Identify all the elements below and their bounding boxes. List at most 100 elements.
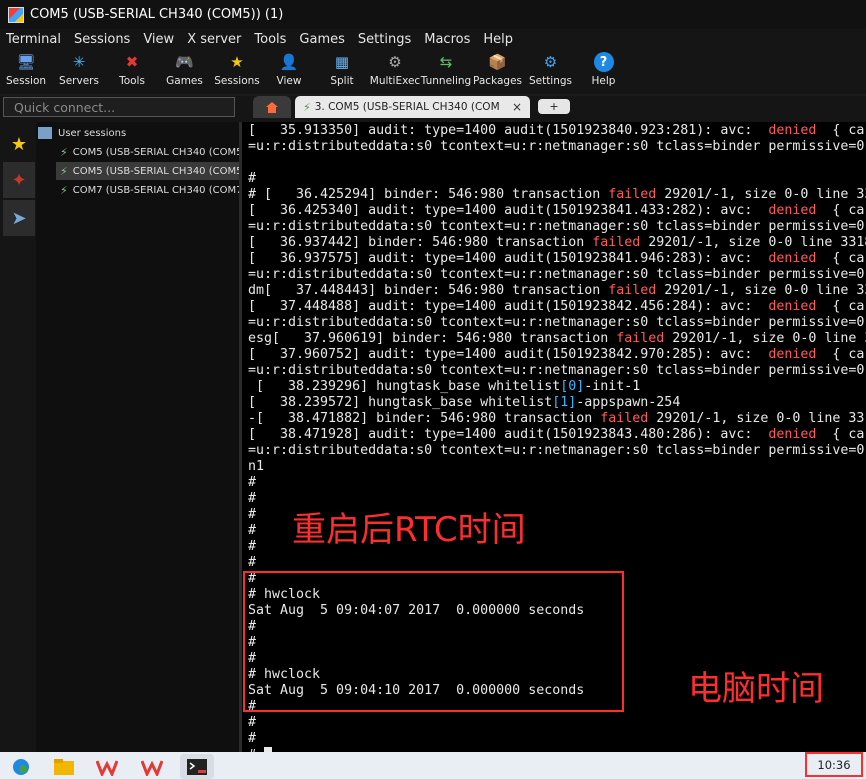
terminal-text: # <box>248 715 257 730</box>
terminal-text: =u:r:distributeddata:s0 tcontext=u:r:net… <box>248 315 865 330</box>
tools-icon[interactable]: ✦ <box>3 162 35 198</box>
menu-sessions[interactable]: Sessions <box>68 32 137 47</box>
toolbar-games-button[interactable]: 🎮 Games <box>158 49 211 94</box>
toolbar-label: Split <box>330 75 354 87</box>
taskbar-clock[interactable]: 10:36 <box>805 752 863 777</box>
terminal-line: =u:r:distributeddata:s0 tcontext=u:r:net… <box>248 219 864 235</box>
toolbar-servers-button[interactable]: ✳ Servers <box>52 49 106 94</box>
star-icon: ★ <box>230 53 244 71</box>
tab-close-icon[interactable]: × <box>512 100 522 114</box>
toolbar-settings-button[interactable]: ⚙ Settings <box>524 49 577 94</box>
terminal-text: [ 35.913350] audit: type=1400 audit(1501… <box>248 123 769 138</box>
terminal-text: -[ 38.471882] binder: 546:980 transactio… <box>248 411 601 426</box>
menu-tools[interactable]: Tools <box>248 32 293 47</box>
servers-icon: ✳ <box>72 53 86 71</box>
star-icon[interactable]: ★ <box>3 126 35 162</box>
terminal-text: # [ 36.425294] binder: 546:980 transacti… <box>248 187 609 202</box>
toolbar-label: Help <box>591 75 616 87</box>
terminal-line: # <box>248 475 256 491</box>
terminal-text: dm[ 37.448443] binder: 546:980 transacti… <box>248 283 609 298</box>
toolbar-tunneling-button[interactable]: ⇆ Tunneling <box>421 49 471 94</box>
terminal-text: esg[ 37.960619] binder: 546:980 transact… <box>248 331 617 346</box>
mobaxterm-logo-icon <box>8 6 24 23</box>
session-label: COM5 (USB-SERIAL CH340 (COM5 <box>72 165 239 177</box>
terminal-text: { ca <box>816 427 865 442</box>
tab-label: 3. COM5 (USB-SERIAL CH340 (COM <box>314 101 500 113</box>
menu-x-server[interactable]: X server <box>181 32 248 47</box>
toolbar-session-button[interactable]: 🖥 Session <box>0 49 52 94</box>
terminal-text: { ca <box>816 123 865 138</box>
terminal-text: # <box>248 491 257 506</box>
terminal-text: =u:r:distributeddata:s0 tcontext=u:r:net… <box>248 267 865 282</box>
wps-icon-2[interactable] <box>137 754 167 779</box>
terminal-text: # <box>248 539 257 554</box>
window-title: COM5 (USB-SERIAL CH340 (COM5)) (1) <box>30 7 284 22</box>
toolbar-tools-button[interactable]: ✖ Tools <box>106 49 158 94</box>
terminal-line: [ 38.239572] hungtask_base whitelist[1]-… <box>248 395 680 411</box>
menu-view[interactable]: View <box>137 32 181 47</box>
serial-plug-icon: ⚡ <box>60 164 68 178</box>
toolbar-split-button[interactable]: ▦ Split <box>315 49 369 94</box>
terminal-text: { ca <box>816 203 865 218</box>
terminal-text: -appspawn-254 <box>576 395 681 410</box>
user-sessions-icon <box>38 127 52 139</box>
menu-help[interactable]: Help <box>477 32 520 47</box>
terminal-text: =u:r:distributeddata:s0 tcontext=u:r:net… <box>248 363 865 378</box>
session-icon: 🖥 <box>16 53 36 71</box>
terminal-highlight: denied <box>768 203 817 218</box>
quick-connect-row: Quick connect... ⚡ 3. COM5 (USB-SERIAL C… <box>0 96 866 122</box>
annotation-pc-time: 电脑时间 <box>688 669 824 709</box>
tab-com5[interactable]: ⚡ 3. COM5 (USB-SERIAL CH340 (COM × <box>295 96 530 118</box>
terminal-text: [ 38.239572] hungtask_base whitelist <box>248 395 553 410</box>
session-item[interactable]: ⚡ COM5 (USB-SERIAL CH340 (COM5 <box>56 143 239 161</box>
terminal-line: # <box>248 171 256 187</box>
terminal-line: [ 38.471928] audit: type=1400 audit(1501… <box>248 427 864 443</box>
annotation-rtc-after-reboot: 重启后RTC时间 <box>292 510 526 550</box>
terminal-text: 29201/-1, size 0-0 line 3318 <box>640 235 866 250</box>
terminal-app-icon[interactable] <box>180 754 214 779</box>
session-label: COM7 (USB-SERIAL CH340 (COM7 <box>72 184 239 196</box>
menu-macros[interactable]: Macros <box>418 32 477 47</box>
terminal-text: # <box>248 731 257 746</box>
menu-settings[interactable]: Settings <box>352 32 418 47</box>
toolbar-help-button[interactable]: ? Help <box>577 49 630 94</box>
terminal-line: esg[ 37.960619] binder: 546:980 transact… <box>248 331 866 347</box>
terminal-highlight: failed <box>608 187 657 202</box>
terminal-line: # <box>248 507 256 523</box>
terminal-highlight: denied <box>768 347 817 362</box>
menu-bar: Terminal Sessions View X server Tools Games Se… <box>0 29 866 49</box>
left-strip: ★ ✦ ➤ <box>0 122 36 752</box>
terminal-text: =u:r:distributeddata:s0 tcontext=u:r:net… <box>248 443 865 458</box>
user-sessions-root[interactable]: User sessions <box>38 124 126 142</box>
terminal-line: # [ 36.425294] binder: 546:980 transacti… <box>248 187 866 203</box>
wps-icon[interactable] <box>92 754 122 779</box>
session-item[interactable]: ⚡ COM5 (USB-SERIAL CH340 (COM5 <box>56 162 239 180</box>
file-explorer-icon[interactable] <box>49 754 79 779</box>
help-icon: ? <box>593 52 614 72</box>
terminal-text: { ca <box>816 251 865 266</box>
toolbar-label: MultiExec <box>369 75 421 87</box>
toolbar-label: Tools <box>119 75 145 87</box>
home-tab[interactable] <box>253 96 291 118</box>
toolbar-multiexec-button[interactable]: ⚙ MultiExec <box>369 49 421 94</box>
terminal-line: dm[ 37.448443] binder: 546:980 transacti… <box>248 283 866 299</box>
toolbar-view-button[interactable]: 👤 View <box>263 49 315 94</box>
send-icon[interactable]: ➤ <box>3 200 35 236</box>
toolbar-label: Packages <box>473 75 522 87</box>
title-bar: COM5 (USB-SERIAL CH340 (COM5)) (1) <box>0 0 866 29</box>
toolbar-sessions-button[interactable]: ★ Sessions <box>211 49 263 94</box>
tunneling-icon: ⇆ <box>439 53 453 71</box>
terminal-text: n1 <box>248 459 265 474</box>
quick-connect-input[interactable]: Quick connect... <box>3 97 235 117</box>
toolbar-packages-button[interactable]: 📦 Packages <box>471 49 524 94</box>
terminal-line: # <box>248 715 256 731</box>
terminal-text: # <box>248 523 257 538</box>
edge-icon[interactable] <box>6 754 36 779</box>
home-icon <box>266 101 278 113</box>
terminal-line: [ 38.239296] hungtask_base whitelist[0]-… <box>248 379 640 395</box>
new-tab-button[interactable]: + <box>538 99 570 114</box>
menu-terminal[interactable]: Terminal <box>0 32 68 47</box>
terminal-highlight: failed <box>616 331 665 346</box>
menu-games[interactable]: Games <box>293 32 351 47</box>
session-item[interactable]: ⚡ COM7 (USB-SERIAL CH340 (COM7 <box>56 181 239 199</box>
